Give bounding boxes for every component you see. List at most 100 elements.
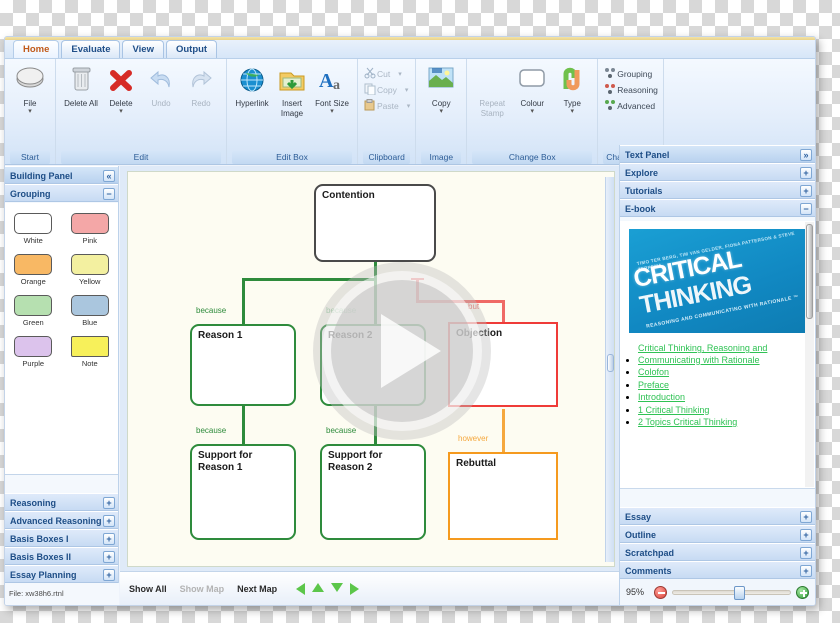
chevron-down-icon[interactable]: ▾: [398, 70, 402, 78]
swatch-pink[interactable]: Pink: [70, 213, 109, 245]
swatch-color-box[interactable]: [70, 254, 109, 275]
section-toggle-button[interactable]: +: [800, 529, 812, 541]
text-panel-section-outline[interactable]: Outline +: [620, 525, 815, 543]
ribbon-tab-view[interactable]: View: [122, 40, 164, 58]
accordion-basis-boxes-ii[interactable]: Basis Boxes II +: [5, 547, 118, 565]
text-panel-section-comments[interactable]: Comments +: [620, 561, 815, 579]
ebook-scrollbar[interactable]: [805, 222, 814, 487]
map-box-reason1[interactable]: Reason 1: [190, 324, 296, 406]
ribbon-tab-evaluate[interactable]: Evaluate: [61, 40, 121, 58]
swatch-orange[interactable]: Orange: [14, 254, 53, 286]
type-button[interactable]: Type ▾: [552, 62, 592, 115]
ribbon-tab-home[interactable]: Home: [13, 40, 60, 58]
swatch-purple[interactable]: Purple: [14, 336, 53, 368]
swatch-color-box[interactable]: [14, 295, 53, 316]
insert-image-button[interactable]: Insert Image: [272, 62, 312, 118]
font-size-button[interactable]: Aa Font Size ▾: [312, 62, 352, 115]
chevron-down-icon[interactable]: ▾: [405, 86, 409, 94]
ribbon-group-label: Start: [10, 151, 50, 164]
section-toggle-button[interactable]: +: [800, 565, 812, 577]
chevron-down-icon[interactable]: ▾: [421, 108, 461, 115]
show-map-button: Show Map: [179, 583, 225, 594]
arrow-right-icon[interactable]: [350, 582, 360, 595]
toc-link[interactable]: Colofon: [638, 367, 669, 379]
double-chevron-right-icon[interactable]: »: [800, 149, 812, 161]
zoom-slider-thumb[interactable]: [733, 585, 745, 600]
text-panel-section-explore[interactable]: Explore +: [620, 163, 815, 181]
toc-link[interactable]: Introduction: [638, 392, 685, 404]
section-toggle-button[interactable]: +: [800, 185, 812, 197]
swatch-yellow[interactable]: Yellow: [70, 254, 109, 286]
chevron-down-icon[interactable]: ▾: [312, 108, 352, 115]
text-panel-section-tutorials[interactable]: Tutorials +: [620, 181, 815, 199]
accordion-expand-button[interactable]: +: [103, 551, 115, 563]
section-toggle-button[interactable]: −: [800, 203, 812, 215]
zoom-in-icon[interactable]: [796, 585, 809, 599]
text-panel-section-scratchpad[interactable]: Scratchpad +: [620, 543, 815, 561]
arrow-up-icon[interactable]: [312, 582, 325, 592]
map-box-support2[interactable]: Support for Reason 2: [320, 444, 426, 540]
advanced-button[interactable]: Advanced: [603, 98, 658, 114]
copy-button[interactable]: Copy ▾: [421, 62, 461, 115]
toc-link[interactable]: 1 Critical Thinking: [638, 405, 709, 417]
show-all-button[interactable]: Show All: [129, 584, 167, 594]
hyperlink-button[interactable]: Hyperlink: [232, 62, 272, 109]
accordion-expand-button[interactable]: +: [103, 497, 115, 509]
swatch-color-box[interactable]: [70, 295, 109, 316]
map-box-objection[interactable]: Objection: [448, 322, 558, 407]
text-panel-section-essay[interactable]: Essay +: [620, 507, 815, 525]
map-box-contention[interactable]: Contention: [314, 184, 436, 262]
toc-link[interactable]: 2 Topics Critical Thinking: [638, 417, 737, 429]
argument-map-canvas[interactable]: Contention Reason 1 Reason 2 Objection Suppo…: [127, 171, 615, 567]
chevron-down-icon[interactable]: ▾: [552, 108, 592, 115]
accordion-advanced-reasoning[interactable]: Advanced Reasoning +: [5, 511, 118, 529]
file-button[interactable]: File ▾: [10, 62, 50, 115]
canvas-vertical-scrollbar[interactable]: [605, 177, 614, 562]
delete-button[interactable]: Delete ▾: [101, 62, 141, 115]
arrow-left-icon[interactable]: [296, 582, 306, 595]
accordion-basis-boxes-i[interactable]: Basis Boxes I +: [5, 529, 118, 547]
swatch-blue[interactable]: Blue: [70, 295, 109, 327]
swatch-color-box[interactable]: [70, 336, 109, 357]
ribbon-tab-output[interactable]: Output: [165, 40, 218, 58]
canvas-scroll-thumb[interactable]: [607, 354, 614, 373]
swatch-green[interactable]: Green: [14, 295, 53, 327]
swatch-color-box[interactable]: [14, 213, 53, 234]
swatch-white[interactable]: White: [14, 213, 53, 245]
reasoning-button[interactable]: Reasoning: [603, 82, 658, 98]
ebook-scroll-thumb[interactable]: [806, 224, 813, 319]
chevron-down-icon[interactable]: ▾: [512, 108, 552, 115]
next-map-button[interactable]: Next Map: [237, 584, 277, 594]
accordion-expand-button[interactable]: +: [103, 533, 115, 545]
section-toggle-button[interactable]: +: [800, 167, 812, 179]
delete-all-button[interactable]: Delete All: [61, 62, 101, 109]
map-box-reason2[interactable]: Reason 2: [320, 324, 426, 406]
map-box-rebuttal[interactable]: Rebuttal: [448, 452, 558, 540]
section-toggle-button[interactable]: +: [800, 511, 812, 523]
map-box-support1[interactable]: Support for Reason 1: [190, 444, 296, 540]
chevron-down-icon[interactable]: ▾: [10, 108, 50, 115]
chevron-down-icon[interactable]: ▾: [101, 108, 141, 115]
zoom-out-icon[interactable]: [654, 585, 667, 599]
toc-link[interactable]: Preface: [638, 380, 669, 392]
toc-link[interactable]: Critical Thinking, Reasoning and Communi…: [638, 343, 811, 366]
zoom-slider[interactable]: [672, 585, 791, 600]
accordion-expand-button[interactable]: +: [103, 569, 115, 581]
text-panel-section-e-book[interactable]: E-book −: [620, 199, 815, 217]
colour-button[interactable]: Colour ▾: [512, 62, 552, 115]
swatch-color-box[interactable]: [70, 213, 109, 234]
svg-text:a: a: [333, 78, 340, 93]
grouping-section-header[interactable]: Grouping −: [5, 184, 118, 202]
arrow-down-icon[interactable]: [331, 582, 344, 592]
grouping-collapse-button[interactable]: −: [103, 188, 115, 200]
swatch-color-box[interactable]: [14, 254, 53, 275]
accordion-expand-button[interactable]: +: [103, 515, 115, 527]
grouping-button[interactable]: Grouping: [603, 66, 658, 82]
double-chevron-left-icon[interactable]: «: [103, 170, 115, 182]
section-toggle-button[interactable]: +: [800, 547, 812, 559]
accordion-reasoning[interactable]: Reasoning +: [5, 493, 118, 511]
swatch-note[interactable]: Note: [70, 336, 109, 368]
swatch-color-box[interactable]: [14, 336, 53, 357]
accordion-essay-planning[interactable]: Essay Planning +: [5, 565, 118, 583]
chevron-down-icon[interactable]: ▾: [407, 102, 411, 110]
